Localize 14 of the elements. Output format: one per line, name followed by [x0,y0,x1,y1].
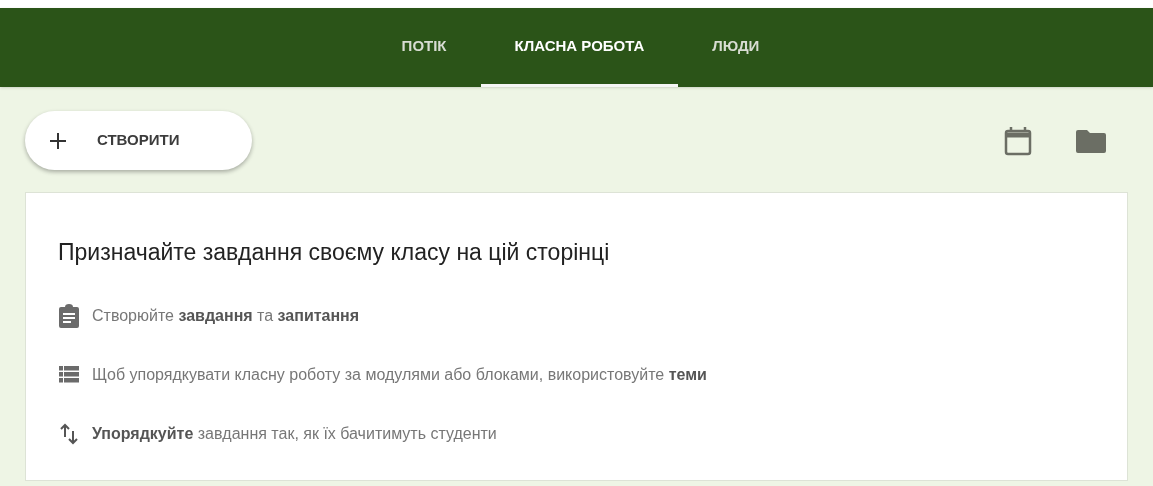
plus-icon [49,131,67,150]
sort-arrows-icon [59,422,79,445]
create-button[interactable]: СТВОРИТИ [25,111,252,170]
tab[interactable]: ПОТІК [367,8,481,87]
folder-icon[interactable] [1076,128,1106,153]
hint-text: Упорядкуйте завдання так, як їх бачитимуть студенти [92,423,497,444]
tab[interactable]: КЛАСНА РОБОТА [480,8,679,87]
hint-text: Створюйте завдання та запитання [92,305,360,326]
list-icon [59,366,79,383]
tab[interactable]: ЛЮДИ [678,8,794,87]
card-title: Призначайте завдання своєму класу на цій сторінці [58,238,611,267]
hint-text: Щоб упорядкувати класну роботу за модулями або блоками, використовуйте теми [92,364,707,385]
clipboard-icon [59,303,79,328]
calendar-icon[interactable] [1004,125,1032,156]
